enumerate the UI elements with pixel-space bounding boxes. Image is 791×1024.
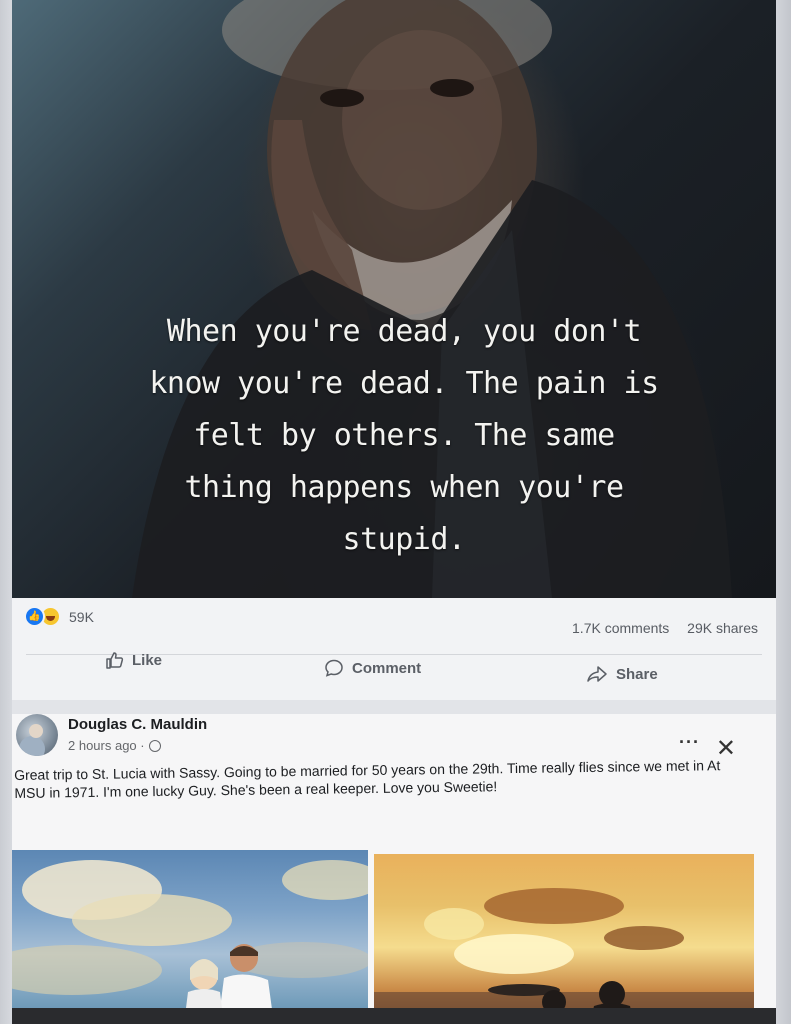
post-engagement-bar: 👍 59K 1.7K comments 29K shares Like Comm… (12, 598, 776, 701)
reactions-summary[interactable]: 👍 59K (24, 606, 94, 627)
quote-line: stupid. (342, 522, 466, 557)
quote-line: know you're dead. The pain is (149, 366, 659, 401)
author-name[interactable]: Douglas C. Mauldin (68, 716, 207, 733)
post-meta: 2 hours ago · (68, 738, 161, 753)
shares-count[interactable]: 29K shares (687, 620, 758, 636)
post-caption: Great trip to St. Lucia with Sassy. Goin… (14, 757, 721, 801)
couple-photo-illustration (12, 860, 368, 1024)
comment-icon (325, 659, 343, 677)
sunset-photo-illustration (374, 888, 754, 1024)
photo-couple[interactable] (12, 850, 368, 1024)
screen-bezel-bottom (12, 1008, 776, 1024)
more-icon[interactable]: ··· (679, 732, 700, 753)
globe-icon (148, 739, 161, 752)
like-label: Like (132, 651, 163, 669)
quote-line: felt by others. The same (193, 418, 615, 453)
quote-text: When you're dead, you don't know you're … (72, 306, 736, 566)
comments-count[interactable]: 1.7K comments (572, 620, 669, 636)
post-counts: 1.7K comments 29K shares (572, 620, 758, 636)
photo-sunset[interactable] (374, 854, 754, 1024)
screen: When you're dead, you don't know you're … (12, 0, 776, 1024)
comment-button[interactable]: Comment (324, 658, 421, 678)
post-card: Douglas C. Mauldin 2 hours ago · ··· ✕ G… (12, 714, 776, 1024)
quote-line: When you're dead, you don't (166, 314, 642, 349)
like-reaction-icon: 👍 (24, 606, 45, 627)
post-image-quote[interactable]: When you're dead, you don't know you're … (12, 0, 776, 598)
feed-separator (12, 700, 776, 714)
post-time[interactable]: 2 hours ago · (68, 738, 145, 753)
share-label: Share (616, 665, 658, 683)
like-button[interactable]: Like (104, 650, 162, 670)
reaction-count: 59K (69, 608, 94, 625)
share-icon (587, 666, 607, 682)
thumbs-up-icon (106, 652, 124, 669)
comment-label: Comment (352, 659, 422, 677)
share-button[interactable]: Share (586, 664, 658, 684)
quote-line: thing happens when you're (184, 470, 624, 505)
photo-grid (12, 850, 776, 1024)
avatar[interactable] (16, 714, 58, 756)
